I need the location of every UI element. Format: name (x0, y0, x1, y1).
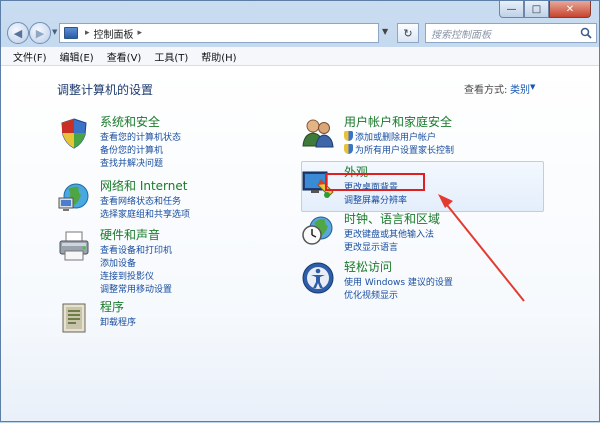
programs-icon[interactable] (57, 301, 91, 335)
link-devices-printers[interactable]: 查看设备和打印机 (100, 243, 172, 256)
users-icon[interactable] (301, 116, 335, 150)
link-change-display-language[interactable]: 更改显示语言 (344, 240, 398, 253)
annotation-highlight-box (325, 173, 425, 191)
link-homegroup-sharing[interactable]: 选择家庭组和共享选项 (100, 207, 190, 220)
category-title-clock[interactable]: 时钟、语言和区域 (344, 210, 440, 227)
link-mobility-settings[interactable]: 调整常用移动设置 (100, 282, 172, 295)
uac-shield-icon (344, 144, 353, 154)
content-area: 调整计算机的设置 查看方式: 类别 ▼ 系统和安全 查看您的计算机状态 备份您的… (1, 66, 599, 421)
chevron-down-icon[interactable]: ▼ (530, 83, 535, 91)
forward-button[interactable]: ▶ (29, 22, 51, 44)
view-by-label: 查看方式: (464, 85, 508, 96)
menu-edit[interactable]: 编辑(E) (60, 49, 94, 64)
address-dropdown-icon[interactable]: ▼ (382, 27, 388, 36)
breadcrumb-arrow[interactable]: ▸ (138, 28, 143, 38)
minimize-button[interactable]: — (499, 1, 524, 18)
category-title-ease[interactable]: 轻松访问 (344, 258, 392, 275)
link-screen-resolution[interactable]: 调整屏幕分辨率 (344, 193, 407, 206)
printer-icon[interactable] (57, 229, 91, 263)
breadcrumb-control-panel[interactable]: 控制面板 (94, 26, 134, 41)
address-bar[interactable]: ▸ 控制面板 ▸ (59, 23, 379, 43)
link-change-keyboard[interactable]: 更改键盘或其他输入法 (344, 227, 434, 240)
link-add-device[interactable]: 添加设备 (100, 256, 136, 269)
link-windows-recommended-settings[interactable]: 使用 Windows 建议的设置 (344, 275, 453, 288)
category-title-network[interactable]: 网络和 Internet (100, 177, 187, 194)
recent-pages-dropdown[interactable]: ▼ (52, 28, 57, 36)
search-icon[interactable] (580, 27, 592, 39)
page-title: 调整计算机的设置 (57, 83, 154, 97)
link-text[interactable]: 添加或删除用户帐户 (355, 133, 436, 143)
breadcrumb-separator[interactable]: ▸ (85, 28, 90, 38)
uac-shield-icon (344, 131, 353, 141)
link-network-status[interactable]: 查看网络状态和任务 (100, 194, 181, 207)
link-parental-controls[interactable]: 为所有用户设置家长控制 (344, 143, 454, 156)
link-add-remove-users[interactable]: 添加或删除用户帐户 (344, 130, 436, 143)
refresh-button[interactable]: ↻ (397, 23, 419, 43)
category-title-hardware[interactable]: 硬件和声音 (100, 226, 160, 243)
control-panel-window: — □ ✕ ◀ ▶ ▼ ▸ 控制面板 ▸ ▼ ↻ 搜索控制面板 文件(F) 编辑… (0, 0, 600, 422)
link-optimize-visual-display[interactable]: 优化视频显示 (344, 288, 398, 301)
menu-view[interactable]: 查看(V) (107, 49, 142, 64)
clock-icon[interactable] (301, 213, 335, 247)
view-by-dropdown[interactable]: 类别 (510, 81, 530, 96)
category-title-programs[interactable]: 程序 (100, 298, 124, 315)
link-connect-projector[interactable]: 连接到投影仪 (100, 269, 154, 282)
caption-buttons: — □ ✕ (499, 1, 591, 19)
close-button[interactable]: ✕ (549, 1, 591, 18)
link-text[interactable]: 为所有用户设置家长控制 (355, 146, 454, 156)
search-placeholder: 搜索控制面板 (431, 29, 491, 41)
search-input[interactable]: 搜索控制面板 (425, 23, 597, 43)
link-troubleshoot[interactable]: 查找并解决问题 (100, 156, 163, 169)
menu-bar: 文件(F) 编辑(E) 查看(V) 工具(T) 帮助(H) (1, 47, 599, 66)
ease-of-access-icon[interactable] (301, 261, 335, 295)
menu-file[interactable]: 文件(F) (13, 49, 47, 64)
category-title-users[interactable]: 用户帐户和家庭安全 (344, 113, 452, 130)
control-panel-icon (64, 27, 78, 39)
back-button[interactable]: ◀ (7, 22, 29, 44)
category-title-system[interactable]: 系统和安全 (100, 113, 160, 130)
menu-tools[interactable]: 工具(T) (154, 49, 188, 64)
network-icon[interactable] (57, 180, 91, 214)
address-row: ◀ ▶ ▼ ▸ 控制面板 ▸ ▼ ↻ 搜索控制面板 (1, 21, 599, 47)
link-uninstall-program[interactable]: 卸载程序 (100, 315, 136, 328)
link-view-computer-status[interactable]: 查看您的计算机状态 (100, 130, 181, 143)
link-backup-computer[interactable]: 备份您的计算机 (100, 143, 163, 156)
shield-icon[interactable] (57, 116, 91, 150)
menu-help[interactable]: 帮助(H) (201, 49, 236, 64)
maximize-button[interactable]: □ (524, 1, 549, 18)
